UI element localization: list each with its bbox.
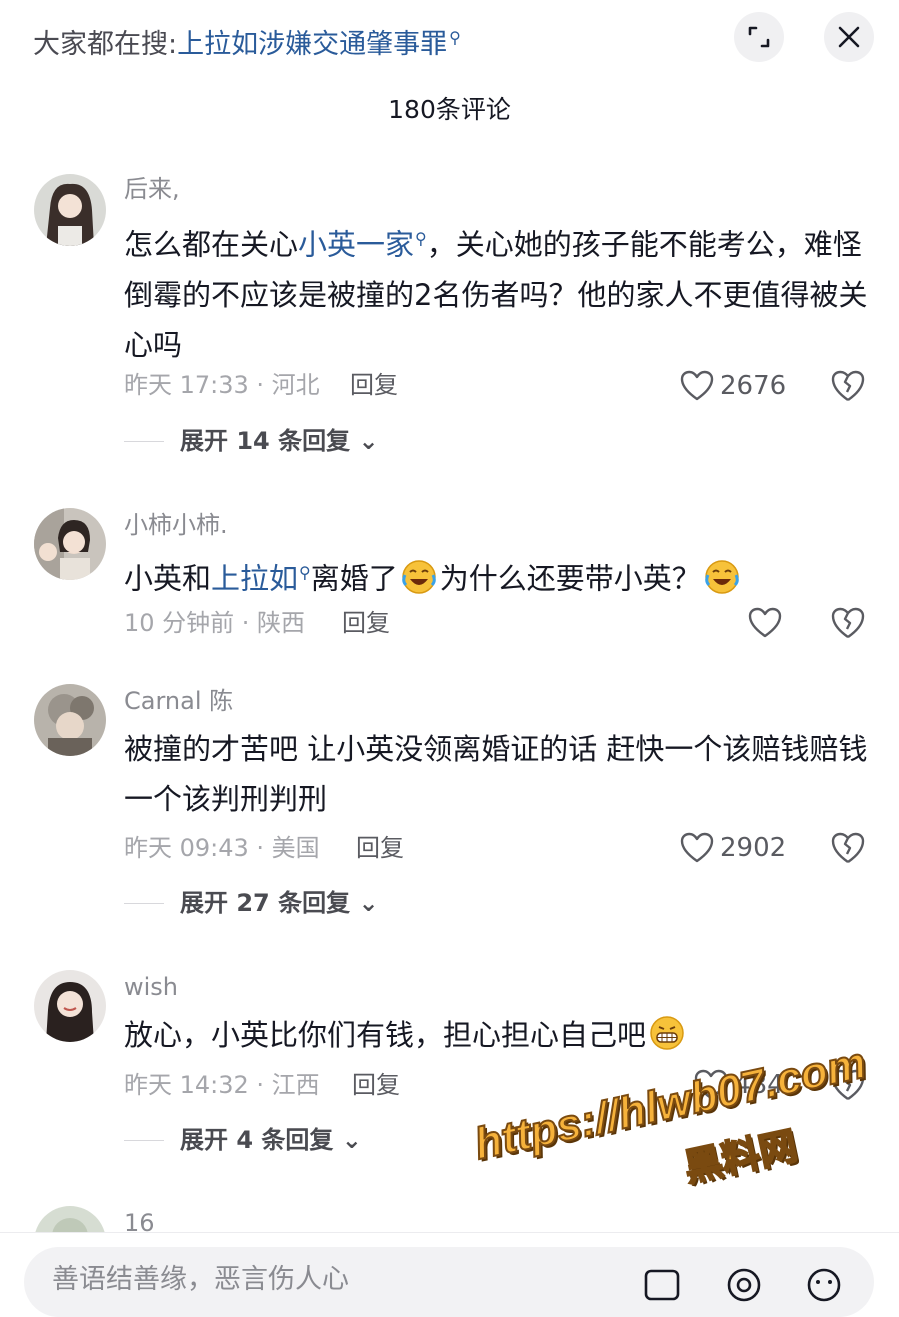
search-icon: ⚲ <box>415 229 427 248</box>
avatar[interactable] <box>34 684 106 756</box>
like-button[interactable]: 2902 <box>680 828 786 868</box>
reply-button[interactable]: 回复 <box>356 831 404 865</box>
comment-count-title: 180条评论 <box>388 95 511 124</box>
image-icon[interactable] <box>642 1265 682 1305</box>
search-hint-query[interactable]: 上拉如涉嫌交通肇事罪 <box>177 29 447 60</box>
comment-meta: 昨天 14:32 · 江西 <box>124 1071 320 1099</box>
watermark-name: 黑料网 <box>679 1122 802 1191</box>
crying-laughing-emoji-icon <box>704 559 740 610</box>
reply-button[interactable]: 回复 <box>352 1068 400 1102</box>
heart-icon <box>748 607 782 638</box>
expand-replies-label: 展开 4 条回复 <box>180 1126 334 1154</box>
comment-text-part: 离婚了 <box>310 561 398 596</box>
broken-heart-icon[interactable] <box>830 368 866 404</box>
header: 大家都在搜:上拉如涉嫌交通肇事罪 ⚲ <box>0 0 899 80</box>
expand-replies-button[interactable]: 展开 27 条回复 ⌄ <box>180 886 379 920</box>
emoji-icon[interactable] <box>804 1265 844 1305</box>
expand-button[interactable] <box>734 12 784 62</box>
heart-icon <box>680 832 714 863</box>
reply-button[interactable]: 回复 <box>342 606 390 640</box>
expand-replies-label: 展开 14 条回复 <box>180 427 351 455</box>
avatar[interactable] <box>34 174 106 246</box>
like-button[interactable]: 2676 <box>680 366 786 406</box>
like-count: 2676 <box>720 371 787 401</box>
comment-text: 怎么都在关心小英一家⚲，关心她的孩子能不能考公，难怪倒霉的不应该是被撞的2名伤者… <box>124 214 869 370</box>
avatar[interactable] <box>34 970 106 1042</box>
close-icon <box>838 26 860 48</box>
crying-laughing-emoji-icon <box>401 559 437 610</box>
mention-link[interactable]: 上拉如 <box>211 562 298 596</box>
broken-heart-icon[interactable] <box>830 605 866 641</box>
avatar[interactable] <box>34 508 106 580</box>
comment-text: 被撞的才苦吧 让小英没领离婚证的话 赶快一个该赔钱赔钱 一个该判刑判刑 <box>124 732 868 816</box>
search-hint-prefix: 大家都在搜: <box>33 29 178 60</box>
divider <box>124 441 164 442</box>
broken-heart-icon[interactable] <box>830 830 866 866</box>
expand-replies-button[interactable]: 展开 14 条回复 ⌄ <box>180 424 379 458</box>
expand-icon <box>748 26 770 48</box>
search-icon: ⚲ <box>449 28 461 47</box>
comment-username[interactable]: 后来, <box>124 172 180 206</box>
comment-input-placeholder: 善语结善缘，恶言伤人心 <box>52 1264 349 1295</box>
comment-username[interactable]: Carnal 陈 <box>124 684 233 718</box>
like-count: 2902 <box>720 833 787 863</box>
at-mention-icon[interactable] <box>724 1265 764 1305</box>
heart-icon <box>680 370 714 401</box>
expand-replies-label: 展开 27 条回复 <box>180 889 351 917</box>
chevron-down-icon: ⌄ <box>358 427 379 455</box>
divider <box>124 1140 164 1141</box>
comment-username[interactable]: wish <box>124 970 178 1004</box>
comment-text-part: 小英和 <box>124 561 212 596</box>
comment-input[interactable]: 善语结善缘，恶言伤人心 <box>24 1247 874 1317</box>
chevron-down-icon: ⌄ <box>341 1126 362 1154</box>
comment-meta: 昨天 17:33 · 河北 <box>124 371 320 399</box>
chevron-down-icon: ⌄ <box>358 889 379 917</box>
search-hint[interactable]: 大家都在搜:上拉如涉嫌交通肇事罪 ⚲ <box>33 18 461 65</box>
comment-username[interactable]: 小柿小柿. <box>124 508 228 542</box>
comment-input-bar: 善语结善缘，恶言伤人心 <box>0 1232 899 1317</box>
comment-text-part: 为什么还要带小英？ <box>439 561 701 596</box>
mention-link[interactable]: 小英一家 <box>298 228 414 262</box>
comment-text: 小英和上拉如⚲离婚了 为什么还要带小英？ <box>124 548 869 610</box>
expand-replies-button[interactable]: 展开 4 条回复 ⌄ <box>180 1123 362 1157</box>
reply-button[interactable]: 回复 <box>350 368 398 402</box>
search-icon: ⚲ <box>299 563 311 582</box>
comment-meta: 10 分钟前 · 陕西 <box>124 609 306 637</box>
close-button[interactable] <box>824 12 874 62</box>
comment-meta: 昨天 09:43 · 美国 <box>124 834 320 862</box>
like-button[interactable] <box>748 603 782 643</box>
comment-text-part: 放心，小英比你们有钱，担心担心自己吧 <box>124 1018 647 1052</box>
divider <box>124 903 164 904</box>
comment-text-part: 怎么都在关心 <box>124 227 299 262</box>
